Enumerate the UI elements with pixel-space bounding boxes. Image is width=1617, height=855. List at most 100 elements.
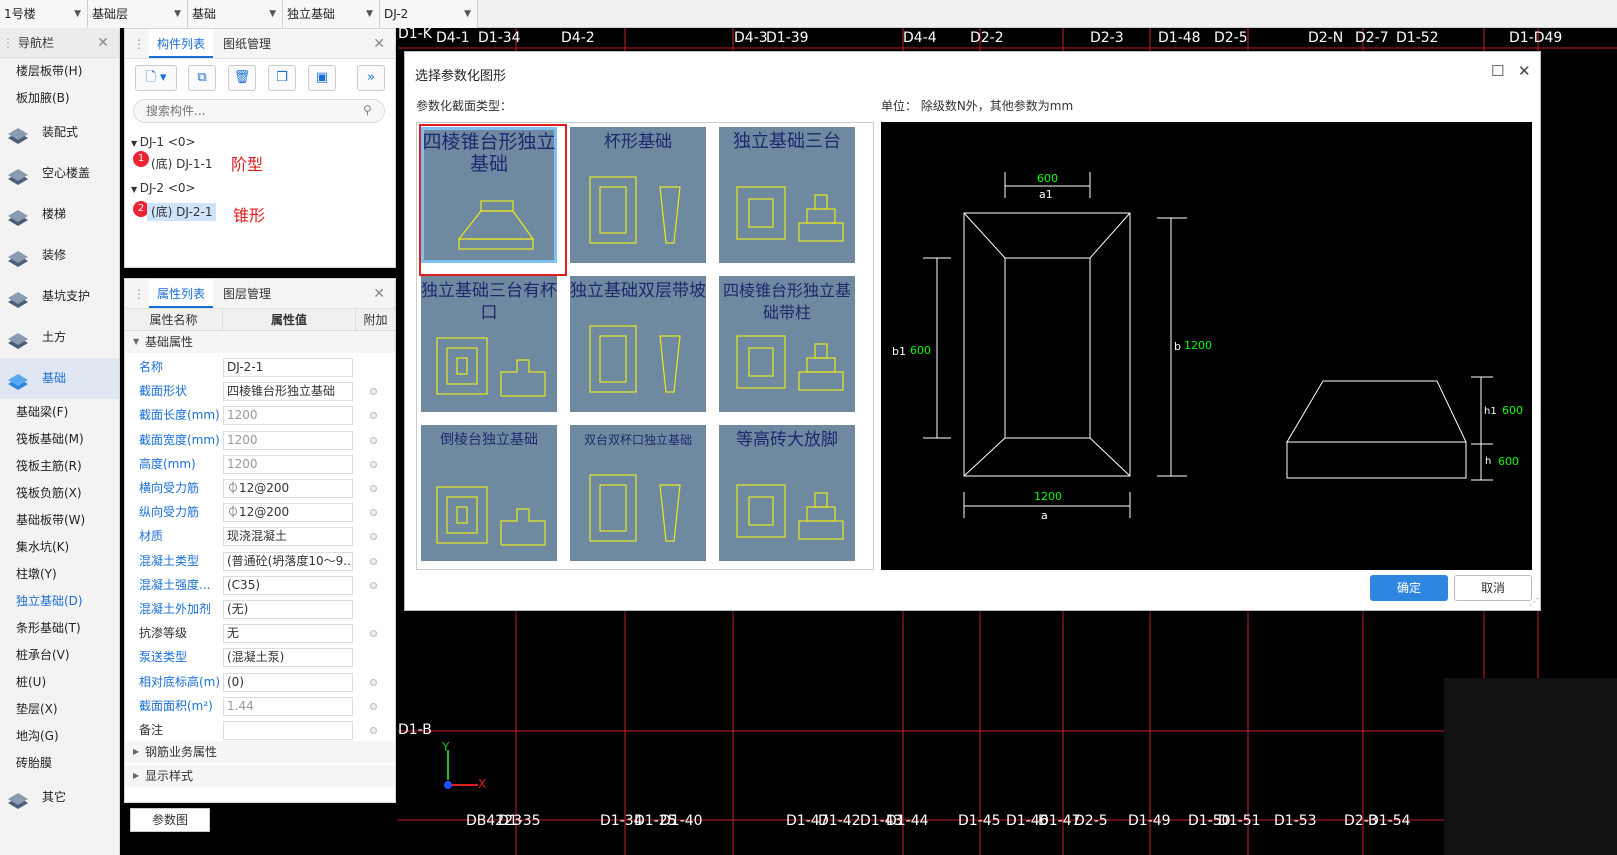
nav-item[interactable]: 桩(U) — [0, 669, 119, 696]
tile-cup[interactable]: 杯形基础 — [570, 127, 706, 263]
tile-double-slope[interactable]: 独立基础双层带坡 — [570, 276, 706, 412]
nav-item[interactable]: 桩承台(V) — [0, 642, 119, 669]
duplicate-button[interactable]: ❐ — [268, 65, 296, 91]
attach-checkbox[interactable] — [370, 412, 377, 420]
close-icon[interactable]: ✕ — [1518, 62, 1531, 80]
category-select[interactable]: 基础 ▼ — [188, 0, 283, 28]
nav-item[interactable]: 柱墩(Y) — [0, 561, 119, 588]
attach-checkbox[interactable] — [370, 533, 377, 541]
attach-checkbox[interactable] — [370, 678, 377, 686]
property-value-field[interactable]: 现浇混凝土 — [223, 527, 353, 547]
component-select[interactable]: DJ-2 ▼ — [380, 0, 478, 28]
nav-item[interactable]: 筏板基础(M) — [0, 426, 119, 453]
tile-three-step-cup[interactable]: 独立基础三台有杯口 — [421, 276, 557, 412]
tile-title: 双台双杯口独立基础 — [583, 433, 692, 447]
more-button[interactable]: » — [357, 65, 385, 91]
property-value-field[interactable]: ⏀12@200 — [223, 479, 353, 498]
property-value-field[interactable]: ⏀12@200 — [223, 503, 353, 523]
tile-inverted-frustum[interactable]: 倒棱台独立基础 — [421, 425, 557, 561]
nav-item[interactable]: 砖胎膜 — [0, 750, 119, 777]
tile-pyramid-with-column[interactable]: 四棱锥台形独立基础带柱 — [719, 276, 855, 412]
nav-item[interactable]: 筏板负筋(X) — [0, 480, 119, 507]
attach-checkbox[interactable] — [370, 727, 377, 734]
tab-property-list[interactable]: 属性列表 — [149, 279, 214, 308]
new-component-button[interactable]: 🗋 ▾ — [135, 65, 177, 91]
copy-button[interactable]: ⧉ — [188, 65, 216, 91]
attach-checkbox[interactable] — [370, 460, 377, 468]
tree-item[interactable]: (底) DJ-1-1 — [147, 155, 216, 173]
attach-checkbox[interactable] — [370, 509, 377, 517]
nav-item[interactable]: 集水坑(K) — [0, 534, 119, 561]
grid-label-bottom: D1-35 — [498, 813, 541, 829]
nav-category-pit-support[interactable]: 基坑支护 — [0, 276, 119, 317]
property-value-field[interactable]: 1200 — [223, 430, 353, 450]
close-icon[interactable]: ✕ — [373, 279, 385, 309]
close-icon[interactable]: ✕ — [373, 29, 385, 59]
ok-button[interactable]: 确定 — [1370, 575, 1448, 601]
nav-category-stairs[interactable]: 楼梯 — [0, 194, 119, 235]
property-value-field[interactable]: 1.44 — [223, 696, 353, 716]
attach-checkbox[interactable] — [370, 630, 377, 638]
property-value-field[interactable]: 无 — [223, 624, 353, 644]
tile-brick-footing[interactable]: 等高砖大放脚 — [719, 425, 855, 561]
group-rebar-properties[interactable]: ▶ 钢筋业务属性 — [125, 741, 395, 763]
maximize-icon[interactable]: ☐ — [1491, 62, 1504, 80]
attach-checkbox[interactable] — [370, 388, 377, 396]
nav-category-earthwork[interactable]: 土方 — [0, 317, 119, 358]
nav-category-hollow-floor[interactable]: 空心楼盖 — [0, 153, 119, 194]
type-select[interactable]: 独立基础 ▼ — [283, 0, 380, 28]
tree-item-selected[interactable]: (底) DJ-2-1 — [147, 203, 217, 221]
nav-item[interactable]: 基础梁(F) — [0, 399, 119, 426]
nav-category-prefab[interactable]: 装配式 — [0, 112, 119, 153]
property-value-field[interactable]: (无) — [223, 600, 353, 619]
property-value-field[interactable]: DJ-2-1 — [223, 358, 353, 377]
property-value-field[interactable]: 四棱锥台形独立基础 — [223, 382, 353, 402]
property-row: 名称 DJ-2-1 — [125, 355, 395, 379]
nav-item[interactable]: 楼层板带(H) — [0, 58, 119, 85]
search-icon[interactable]: ⚲ — [363, 103, 372, 117]
tab-drawing-management[interactable]: 图纸管理 — [223, 29, 271, 59]
property-value-field[interactable]: (0) — [223, 672, 353, 692]
nav-item[interactable]: 条形基础(T) — [0, 615, 119, 642]
attach-checkbox[interactable] — [370, 702, 377, 710]
property-value-field[interactable] — [223, 721, 353, 740]
group-basic-properties[interactable]: ▼ 基础属性 — [125, 331, 395, 353]
tile-pyramid-frustum[interactable]: 四棱锥台形独立基础 — [421, 127, 557, 263]
attach-checkbox[interactable] — [370, 436, 377, 444]
tree-group[interactable]: ▼ DJ-1 <0> — [131, 132, 196, 152]
nav-item[interactable]: 筏板主筋(R) — [0, 453, 119, 480]
building-select[interactable]: 1号楼 ▼ — [0, 0, 88, 28]
tab-parameter-diagram[interactable]: 参数图 — [130, 808, 210, 832]
cancel-button[interactable]: 取消 — [1454, 575, 1532, 601]
tab-layer-management[interactable]: 图层管理 — [223, 279, 271, 309]
nav-category-other[interactable]: 其它 — [0, 777, 119, 818]
delete-button[interactable]: 🗑 — [228, 65, 256, 91]
nav-item[interactable]: 垫层(X) — [0, 696, 119, 723]
nav-category-decoration[interactable]: 装修 — [0, 235, 119, 276]
nav-item[interactable]: 基础板带(W) — [0, 507, 119, 534]
group-display-style[interactable]: ▶ 显示样式 — [125, 765, 395, 787]
property-value-field[interactable]: (混凝土泵) — [223, 648, 353, 668]
nav-item[interactable]: 板加腋(B) — [0, 85, 119, 112]
property-value-field[interactable]: (普通砼(坍落度10～9... — [223, 551, 353, 571]
nav-item[interactable]: 地沟(G) — [0, 723, 119, 750]
drag-handle-icon[interactable]: ⋮⋮ — [2, 28, 26, 58]
resize-grip-icon[interactable]: ⋰ — [1529, 597, 1539, 608]
property-row: 混凝土外加剂 (无) — [125, 597, 395, 621]
attach-checkbox[interactable] — [370, 581, 377, 589]
nav-category-foundation[interactable]: 基础 — [0, 358, 119, 399]
tile-double-cup[interactable]: 双台双杯口独立基础 — [570, 425, 706, 561]
tile-three-step[interactable]: 独立基础三台 — [719, 127, 855, 263]
floor-select[interactable]: 基础层 ▼ — [88, 0, 188, 28]
attach-checkbox[interactable] — [370, 557, 377, 565]
attach-checkbox[interactable] — [370, 485, 377, 492]
property-value-field[interactable]: 1200 — [223, 406, 353, 426]
property-value-field[interactable]: (C35) — [223, 575, 353, 595]
save-template-button[interactable]: ▣ — [308, 65, 336, 91]
nav-item[interactable]: 独立基础(D) — [0, 588, 119, 615]
component-search-input[interactable] — [133, 99, 385, 123]
tree-group[interactable]: ▼ DJ-2 <0> — [131, 178, 196, 198]
tab-component-list[interactable]: 构件列表 — [149, 29, 214, 58]
close-icon[interactable]: ✕ — [97, 28, 109, 58]
property-value-field[interactable]: 1200 — [223, 454, 353, 474]
